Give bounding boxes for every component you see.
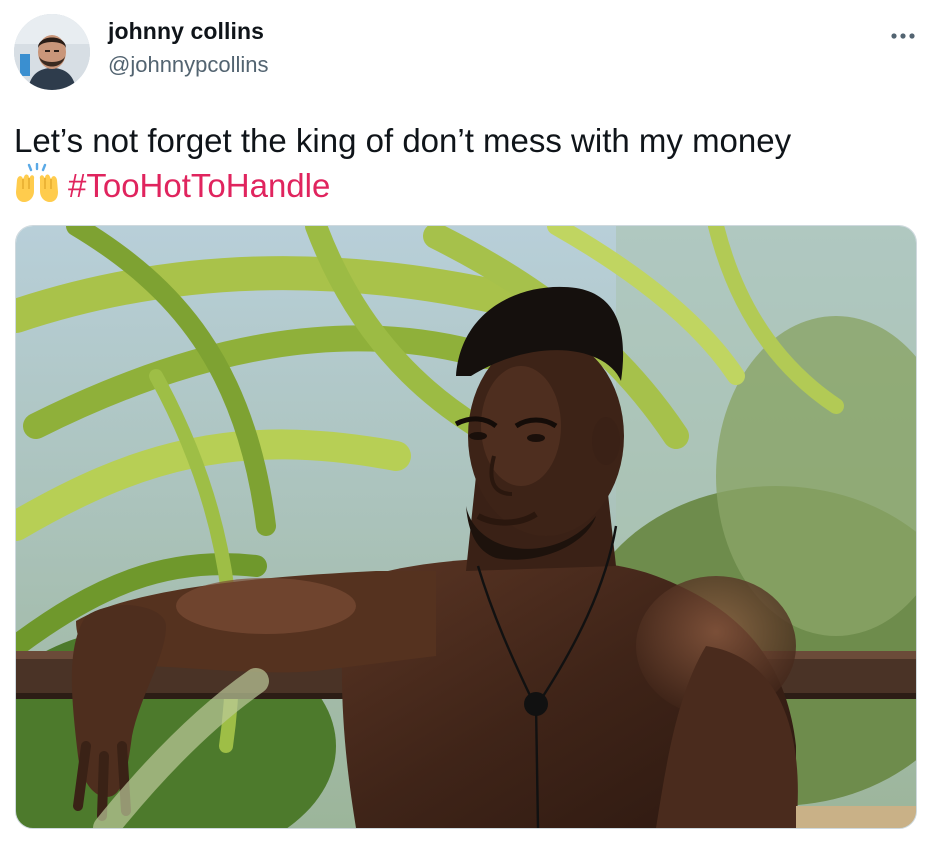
tweet-text-line-2: #TooHotToHandle	[14, 163, 914, 208]
raising-hands-emoji-icon	[14, 163, 60, 203]
avatar[interactable]	[14, 14, 90, 90]
more-horizontal-icon	[891, 33, 915, 39]
more-options-button[interactable]	[884, 22, 924, 50]
avatar-image	[14, 14, 90, 90]
tweet-card: johnny collins @johnnypcollins Let’s not…	[0, 0, 940, 852]
tweet-text-line-1: Let’s not forget the king of don’t mess …	[14, 122, 792, 159]
tweet-text: Let’s not forget the king of don’t mess …	[14, 118, 914, 208]
display-name[interactable]: johnny collins	[108, 18, 264, 45]
photo-image	[16, 226, 916, 828]
hashtag-link[interactable]: #TooHotToHandle	[68, 167, 330, 204]
tweet-photo[interactable]	[15, 225, 917, 829]
username[interactable]: @johnnypcollins	[108, 52, 269, 78]
